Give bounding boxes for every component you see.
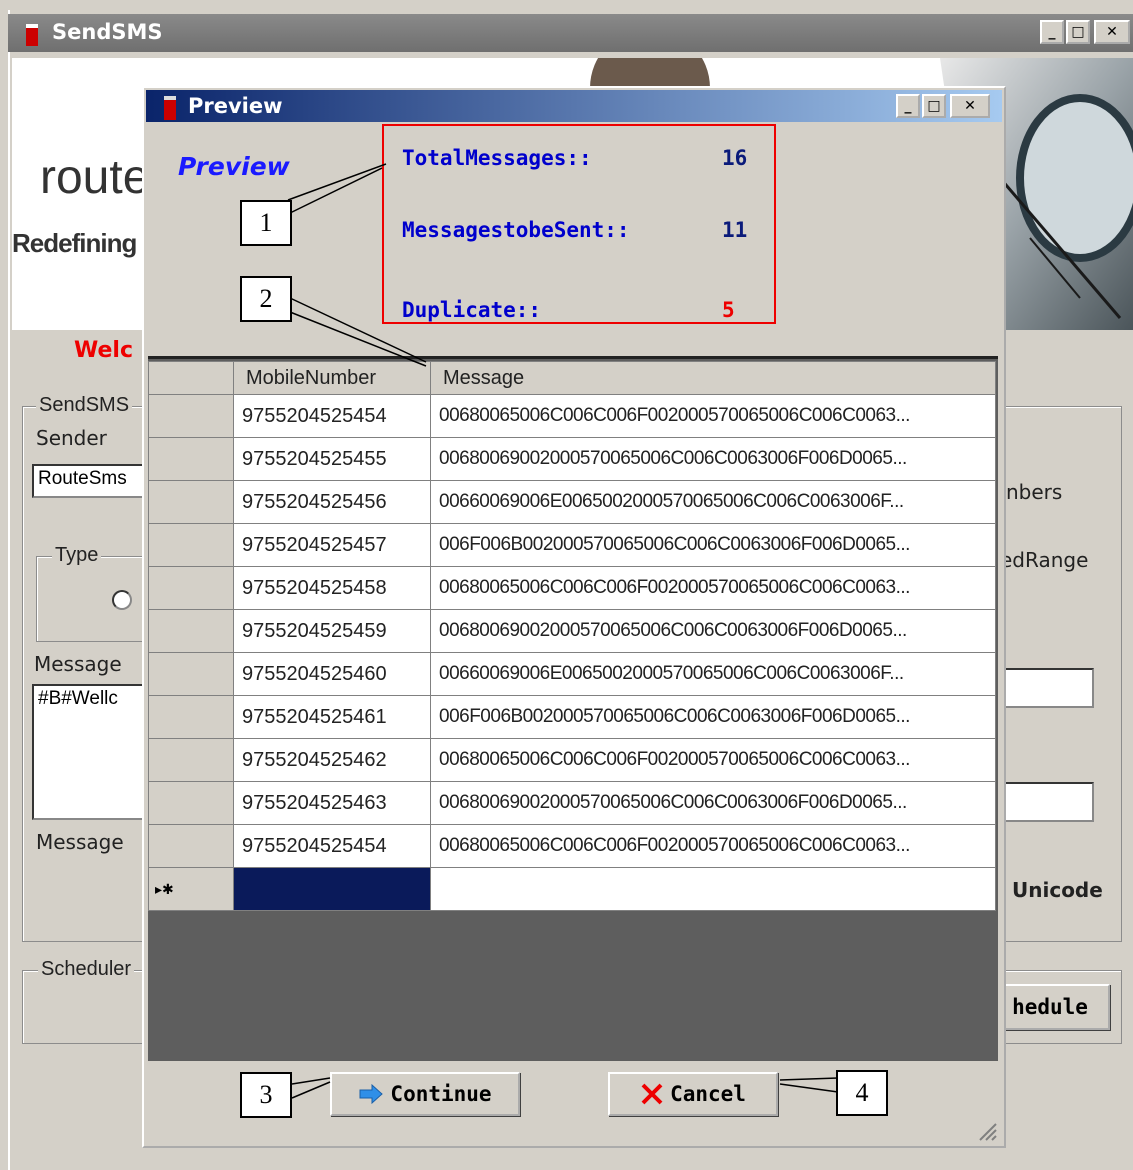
- callout-3: 3: [240, 1072, 292, 1118]
- callout-1: 1: [240, 200, 292, 246]
- callout-2: 2: [240, 276, 292, 322]
- callout-4: 4: [836, 1070, 888, 1116]
- callout-lines: [287, 163, 839, 1099]
